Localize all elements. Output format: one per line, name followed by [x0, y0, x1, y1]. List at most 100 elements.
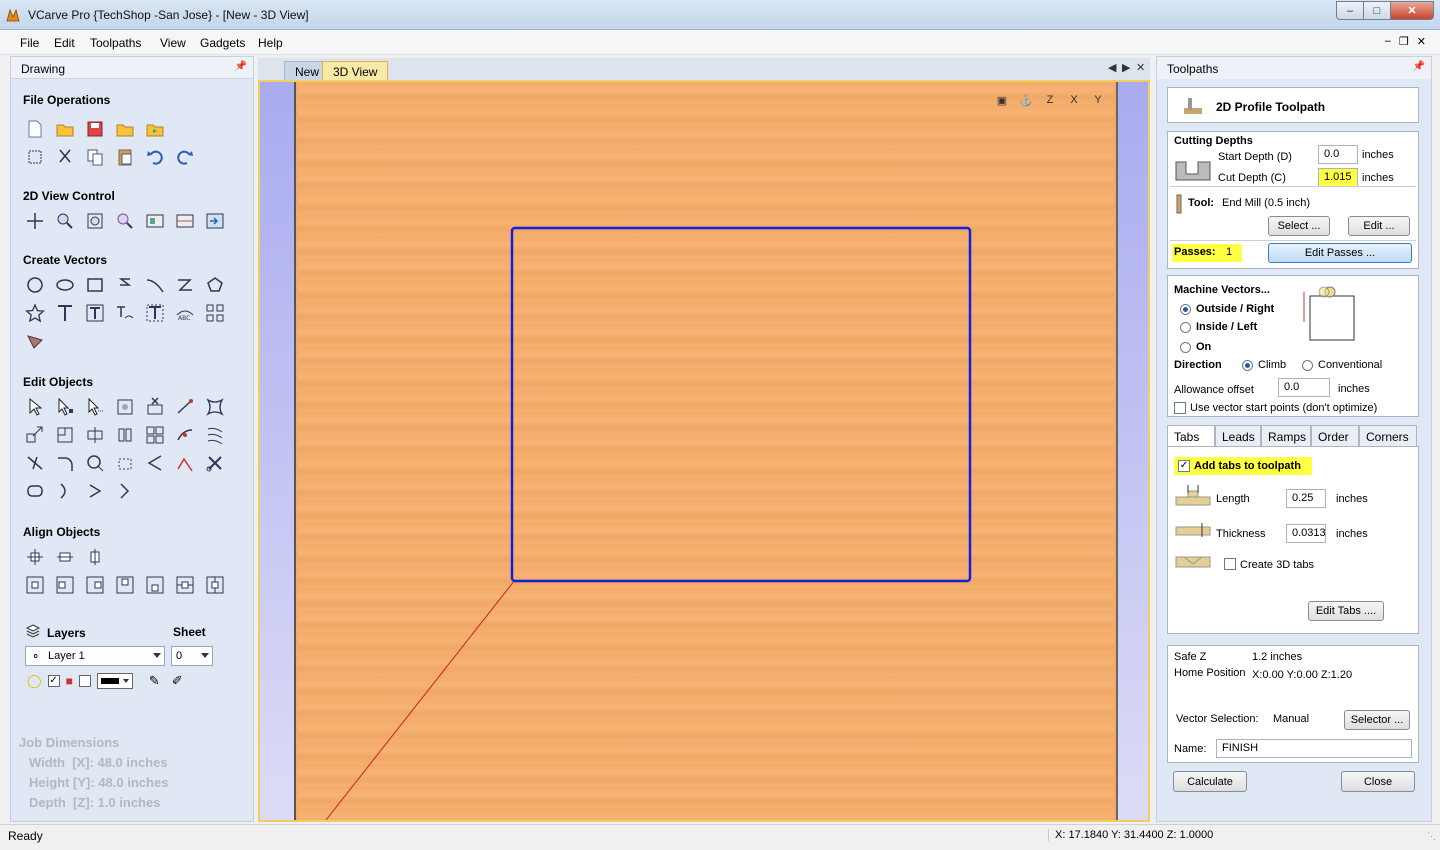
open-folder-icon[interactable]	[113, 117, 137, 141]
group-icon[interactable]	[143, 423, 167, 447]
select-all-icon[interactable]	[23, 145, 47, 169]
maximize-button[interactable]: □	[1363, 1, 1391, 20]
on-radio[interactable]	[1180, 342, 1191, 353]
menu-help[interactable]: Help	[258, 36, 283, 50]
align-right-icon[interactable]	[83, 573, 107, 597]
layer-color-select[interactable]	[96, 673, 133, 689]
polyline-icon[interactable]	[113, 273, 137, 297]
align-vertical-center-icon[interactable]	[83, 545, 107, 569]
distribute-vertical-icon[interactable]	[203, 573, 227, 597]
calculate-button[interactable]: Calculate	[1173, 771, 1247, 792]
start-depth-input[interactable]: 0.0	[1318, 145, 1358, 164]
select-icon[interactable]	[23, 395, 47, 419]
align-top-icon[interactable]	[113, 573, 137, 597]
center-in-material-icon[interactable]	[23, 573, 47, 597]
text-arc-icon[interactable]: ABC	[173, 301, 197, 325]
angle-icon[interactable]	[143, 451, 167, 475]
selector-button[interactable]: Selector ...	[1344, 710, 1410, 730]
star-icon[interactable]	[23, 301, 47, 325]
join-vectors-icon[interactable]	[173, 423, 197, 447]
layer-eraser-icon[interactable]: ✐	[172, 673, 183, 689]
fillet-icon[interactable]	[53, 451, 77, 475]
node-edit-icon[interactable]	[53, 395, 77, 419]
layer-lock-checkbox[interactable]	[78, 675, 91, 687]
cut-depth-input[interactable]: 1.015	[1318, 168, 1358, 187]
open-file-icon[interactable]	[53, 117, 77, 141]
smart-trim-icon[interactable]	[203, 451, 227, 475]
zoom-extents-icon[interactable]	[83, 209, 107, 233]
zoom-fit-icon[interactable]: ▣	[992, 90, 1012, 110]
rectangle-vector[interactable]	[510, 226, 972, 583]
edit-tabs-button[interactable]: Edit Tabs ....	[1308, 601, 1384, 621]
offset-icon[interactable]	[203, 423, 227, 447]
zoom-in-icon[interactable]	[53, 209, 77, 233]
inside-left-radio[interactable]	[1180, 322, 1191, 333]
rectangle-icon[interactable]	[83, 273, 107, 297]
array-copy-icon[interactable]	[203, 301, 227, 325]
distribute-horizontal-icon[interactable]	[173, 573, 197, 597]
text-frame-icon[interactable]	[143, 301, 167, 325]
mdi-close-icon[interactable]: ✕	[1417, 35, 1426, 48]
mdi-restore-icon[interactable]: ❐	[1399, 35, 1409, 48]
create-3d-tabs-checkbox[interactable]	[1224, 558, 1236, 570]
layer-lock-icon[interactable]: ■	[66, 674, 73, 688]
climb-radio[interactable]	[1242, 360, 1253, 371]
tool-edit-button[interactable]: Edit ...	[1348, 216, 1410, 236]
text-icon[interactable]	[53, 301, 77, 325]
view-y-icon[interactable]: Y	[1088, 90, 1108, 110]
menu-toolpaths[interactable]: Toolpaths	[90, 36, 141, 50]
arc-icon[interactable]	[173, 273, 197, 297]
extend-icon[interactable]	[83, 451, 107, 475]
align-bottom-icon[interactable]	[143, 573, 167, 597]
sheet-view-icon[interactable]	[173, 209, 197, 233]
import-icon[interactable]	[143, 117, 167, 141]
tab-close-icon[interactable]: ✕	[1136, 61, 1145, 74]
undo-icon[interactable]	[143, 145, 167, 169]
measure-icon[interactable]	[173, 395, 197, 419]
pan-icon[interactable]	[23, 209, 47, 233]
tab-order[interactable]: Order	[1311, 425, 1359, 447]
vector-outline-icon[interactable]	[23, 479, 47, 503]
mirror-icon[interactable]	[83, 423, 107, 447]
layer-visible-checkbox[interactable]: ✓	[47, 675, 60, 687]
new-file-icon[interactable]	[23, 117, 47, 141]
bracket-icon[interactable]	[113, 479, 137, 503]
tool-select-button[interactable]: Select ...	[1268, 216, 1330, 236]
close-button[interactable]: Close	[1341, 771, 1415, 792]
pin-icon[interactable]: 📌	[1413, 61, 1425, 72]
tab-corners[interactable]: Corners	[1359, 425, 1417, 447]
close-window-button[interactable]: ✕	[1390, 1, 1434, 20]
align-center-icon[interactable]	[23, 545, 47, 569]
distort-icon[interactable]	[203, 395, 227, 419]
weld-icon[interactable]	[113, 423, 137, 447]
tab-leads[interactable]: Leads	[1215, 425, 1261, 447]
iso-view-icon[interactable]: ⚓	[1016, 90, 1036, 110]
outside-right-radio[interactable]	[1180, 304, 1191, 315]
align-horizontal-center-icon[interactable]	[53, 545, 77, 569]
tab-3d-view[interactable]: 3D View	[322, 61, 389, 80]
menu-edit[interactable]: Edit	[54, 36, 75, 50]
cut-icon[interactable]	[53, 145, 77, 169]
align-left-icon[interactable]	[53, 573, 77, 597]
delete-vectors-icon[interactable]	[143, 395, 167, 419]
set-size-icon[interactable]	[53, 423, 77, 447]
tab-tabs[interactable]: Tabs	[1167, 425, 1215, 447]
show-3d-icon[interactable]	[203, 209, 227, 233]
curve-icon[interactable]	[143, 273, 167, 297]
tab-ramps[interactable]: Ramps	[1261, 425, 1311, 447]
close-vector-icon[interactable]	[113, 451, 137, 475]
use-vector-start-checkbox[interactable]	[1174, 402, 1186, 414]
interactive-select-icon[interactable]	[83, 395, 107, 419]
toolpath-name-input[interactable]: FINISH	[1216, 739, 1412, 758]
trim-icon[interactable]	[23, 451, 47, 475]
mdi-minimize-icon[interactable]: –	[1385, 35, 1391, 48]
tab-length-input[interactable]: 0.25	[1286, 489, 1326, 508]
allowance-offset-input[interactable]: 0.0	[1278, 378, 1330, 397]
layer-select[interactable]: ⚬ Layer 1	[25, 646, 165, 666]
3d-view-canvas[interactable]: ▣ ⚓ Z X Y	[258, 80, 1150, 822]
transform-icon[interactable]	[113, 395, 137, 419]
layer-view-icon[interactable]	[143, 209, 167, 233]
sheet-select[interactable]: 0	[171, 646, 213, 666]
menu-file[interactable]: File	[20, 36, 39, 50]
zoom-selection-icon[interactable]	[113, 209, 137, 233]
